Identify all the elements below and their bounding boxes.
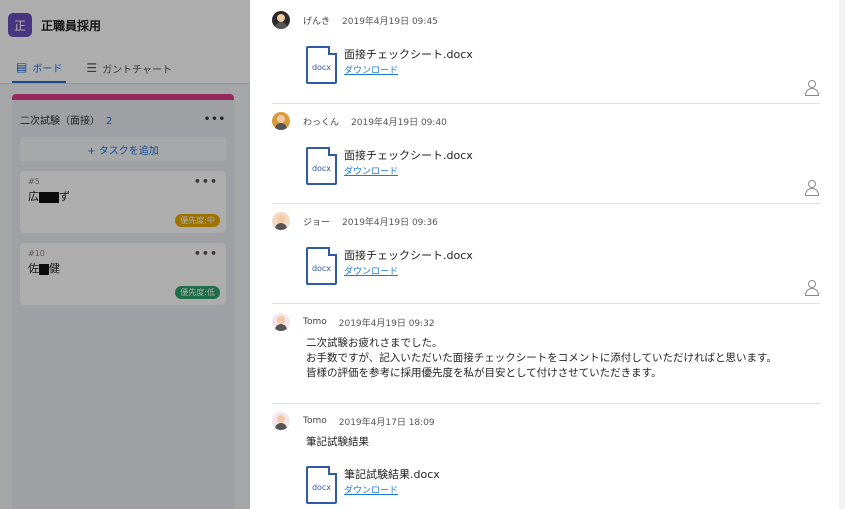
comment-time: 2019年4月19日 09:45 bbox=[342, 16, 438, 27]
comment-time: 2019年4月19日 09:40 bbox=[351, 117, 447, 128]
scrollbar[interactable] bbox=[839, 0, 845, 509]
attachment: docx 面接チェックシート.docx ダウンロード bbox=[306, 46, 820, 92]
download-link[interactable]: ダウンロード bbox=[344, 483, 398, 496]
comment-item: わっくん 2019年4月19日 09:40 docx 面接チェックシート.doc… bbox=[272, 111, 820, 204]
attachment-filename: 面接チェックシート.docx bbox=[344, 249, 473, 262]
docx-file-icon[interactable]: docx bbox=[306, 247, 337, 285]
comment-user: わっくん bbox=[303, 117, 340, 128]
download-link[interactable]: ダウンロード bbox=[344, 164, 398, 177]
user-icon[interactable] bbox=[804, 280, 820, 296]
comment-user: Tomo bbox=[303, 416, 327, 426]
attachment-filename: 筆記試験結果.docx bbox=[344, 468, 440, 481]
avatar bbox=[272, 11, 290, 29]
comment-user: Tomo bbox=[303, 317, 327, 327]
comment-line: お手数ですが、記入いただいた面接チェックシートをコメントに添付していただければと… bbox=[306, 352, 777, 364]
avatar bbox=[272, 212, 290, 230]
avatar bbox=[272, 112, 290, 130]
comment-time: 2019年4月17日 18:09 bbox=[338, 417, 435, 428]
avatar bbox=[272, 412, 290, 430]
download-link[interactable]: ダウンロード bbox=[344, 63, 398, 76]
comment-item: Tomo 2019年4月17日 18:09 筆記試験結果 docx 筆記試験結果… bbox=[272, 411, 820, 509]
download-link[interactable]: ダウンロード bbox=[344, 264, 398, 277]
comment-body: 筆記試験結果 bbox=[306, 436, 369, 448]
docx-file-icon[interactable]: docx bbox=[306, 46, 337, 84]
comment-line: 皆様の評価を参考に採用優先度を私が目安として付けさせていただきます。 bbox=[306, 367, 662, 379]
modal-overlay[interactable] bbox=[0, 0, 250, 509]
comment-item: ジョー 2019年4月19日 09:36 docx 面接チェックシート.docx… bbox=[272, 211, 820, 304]
user-icon[interactable] bbox=[804, 80, 820, 96]
attachment-filename: 面接チェックシート.docx bbox=[344, 48, 473, 61]
comment-user: げんき bbox=[303, 16, 331, 27]
attachment: docx 筆記試験結果.docx ダウンロード bbox=[306, 466, 820, 509]
attachment-filename: 面接チェックシート.docx bbox=[344, 149, 473, 162]
docx-file-icon[interactable]: docx bbox=[306, 466, 337, 504]
comment-time: 2019年4月19日 09:32 bbox=[338, 318, 435, 329]
comment-user: ジョー bbox=[303, 217, 331, 228]
user-icon[interactable] bbox=[804, 180, 820, 196]
comments-panel: げんき 2019年4月19日 09:45 docx 面接チェックシート.docx… bbox=[250, 0, 845, 509]
comment-line: 二次試験お疲れさまでした。 bbox=[306, 337, 443, 349]
docx-file-icon[interactable]: docx bbox=[306, 147, 337, 185]
comment-item: げんき 2019年4月19日 09:45 docx 面接チェックシート.docx… bbox=[272, 10, 820, 104]
comment-item: Tomo 2019年4月19日 09:32 二次試験お疲れさまでした。 お手数で… bbox=[272, 312, 820, 404]
attachment: docx 面接チェックシート.docx ダウンロード bbox=[306, 247, 820, 293]
comment-time: 2019年4月19日 09:36 bbox=[342, 217, 438, 228]
comment-body: 二次試験お疲れさまでした。 お手数ですが、記入いただいた面接チェックシートをコメ… bbox=[306, 336, 820, 381]
attachment: docx 面接チェックシート.docx ダウンロード bbox=[306, 147, 820, 193]
avatar bbox=[272, 313, 290, 331]
board-area: 正 正職員採用 ▤ ボード ☰ ガントチャート 二次試験（面接） 2 ••• + … bbox=[0, 0, 250, 509]
